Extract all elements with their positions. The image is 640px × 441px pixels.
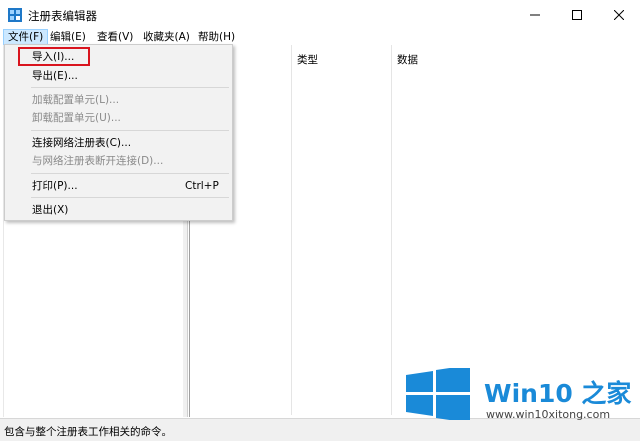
status-text: 包含与整个注册表工作相关的命令。 — [4, 426, 172, 438]
maximize-button[interactable] — [556, 0, 598, 30]
menu-edit[interactable]: 编辑(E) — [46, 29, 90, 45]
menu-separator — [31, 197, 229, 198]
registry-editor-window: 注册表编辑器 文件(F) 编辑(E) 查看(V) 收藏夹(A) 帮助(H) 类型… — [0, 0, 640, 441]
menu-item-exit[interactable]: 退出(X) — [5, 200, 232, 220]
watermark-url: www.win10xitong.com — [486, 408, 611, 421]
watermark-title: Win10 之家 — [484, 379, 632, 408]
file-menu-dropdown: 导入(I)... 导出(E)... 加载配置单元(L)... 卸载配置单元(U)… — [4, 44, 233, 221]
window-title: 注册表编辑器 — [28, 9, 97, 23]
column-data-label: 数据 — [397, 54, 418, 66]
minimize-button[interactable] — [514, 0, 556, 30]
title-bar: 注册表编辑器 — [0, 0, 640, 30]
close-icon — [614, 10, 624, 20]
menu-item-unload-hive: 卸载配置单元(U)... — [32, 112, 121, 124]
minimize-icon — [530, 14, 540, 16]
column-data-header[interactable]: 数据 — [392, 45, 638, 415]
menu-separator — [31, 173, 229, 174]
menu-help[interactable]: 帮助(H) — [194, 29, 239, 45]
menu-separator — [31, 87, 229, 88]
print-shortcut: Ctrl+P — [185, 180, 219, 192]
column-type-label: 类型 — [297, 54, 318, 66]
menu-view[interactable]: 查看(V) — [93, 29, 137, 45]
menu-item-disconnect-network-registry: 与网络注册表断开连接(D)... — [32, 155, 164, 167]
windows-logo-icon — [406, 368, 470, 420]
menu-item-print[interactable]: 打印(P)... Ctrl+P — [5, 176, 232, 196]
registry-app-icon — [8, 8, 22, 22]
column-type-header[interactable]: 类型 — [292, 45, 392, 415]
import-highlight-box — [18, 47, 90, 66]
menu-file[interactable]: 文件(F) — [3, 29, 49, 45]
menu-item-load-hive: 加载配置单元(L)... — [32, 94, 120, 106]
maximize-icon — [572, 10, 582, 20]
menu-separator — [31, 130, 229, 131]
menu-item-export[interactable]: 导出(E)... — [5, 66, 232, 86]
menu-bar: 文件(F) 编辑(E) 查看(V) 收藏夹(A) 帮助(H) — [0, 29, 640, 45]
watermark: Win10 之家 www.win10xitong.com — [404, 364, 634, 424]
menu-item-connect-network-registry[interactable]: 连接网络注册表(C)... — [5, 133, 232, 153]
menu-favorites[interactable]: 收藏夹(A) — [139, 29, 194, 45]
close-button[interactable] — [598, 0, 640, 30]
values-list-pane[interactable]: 类型 数据 — [189, 45, 637, 417]
